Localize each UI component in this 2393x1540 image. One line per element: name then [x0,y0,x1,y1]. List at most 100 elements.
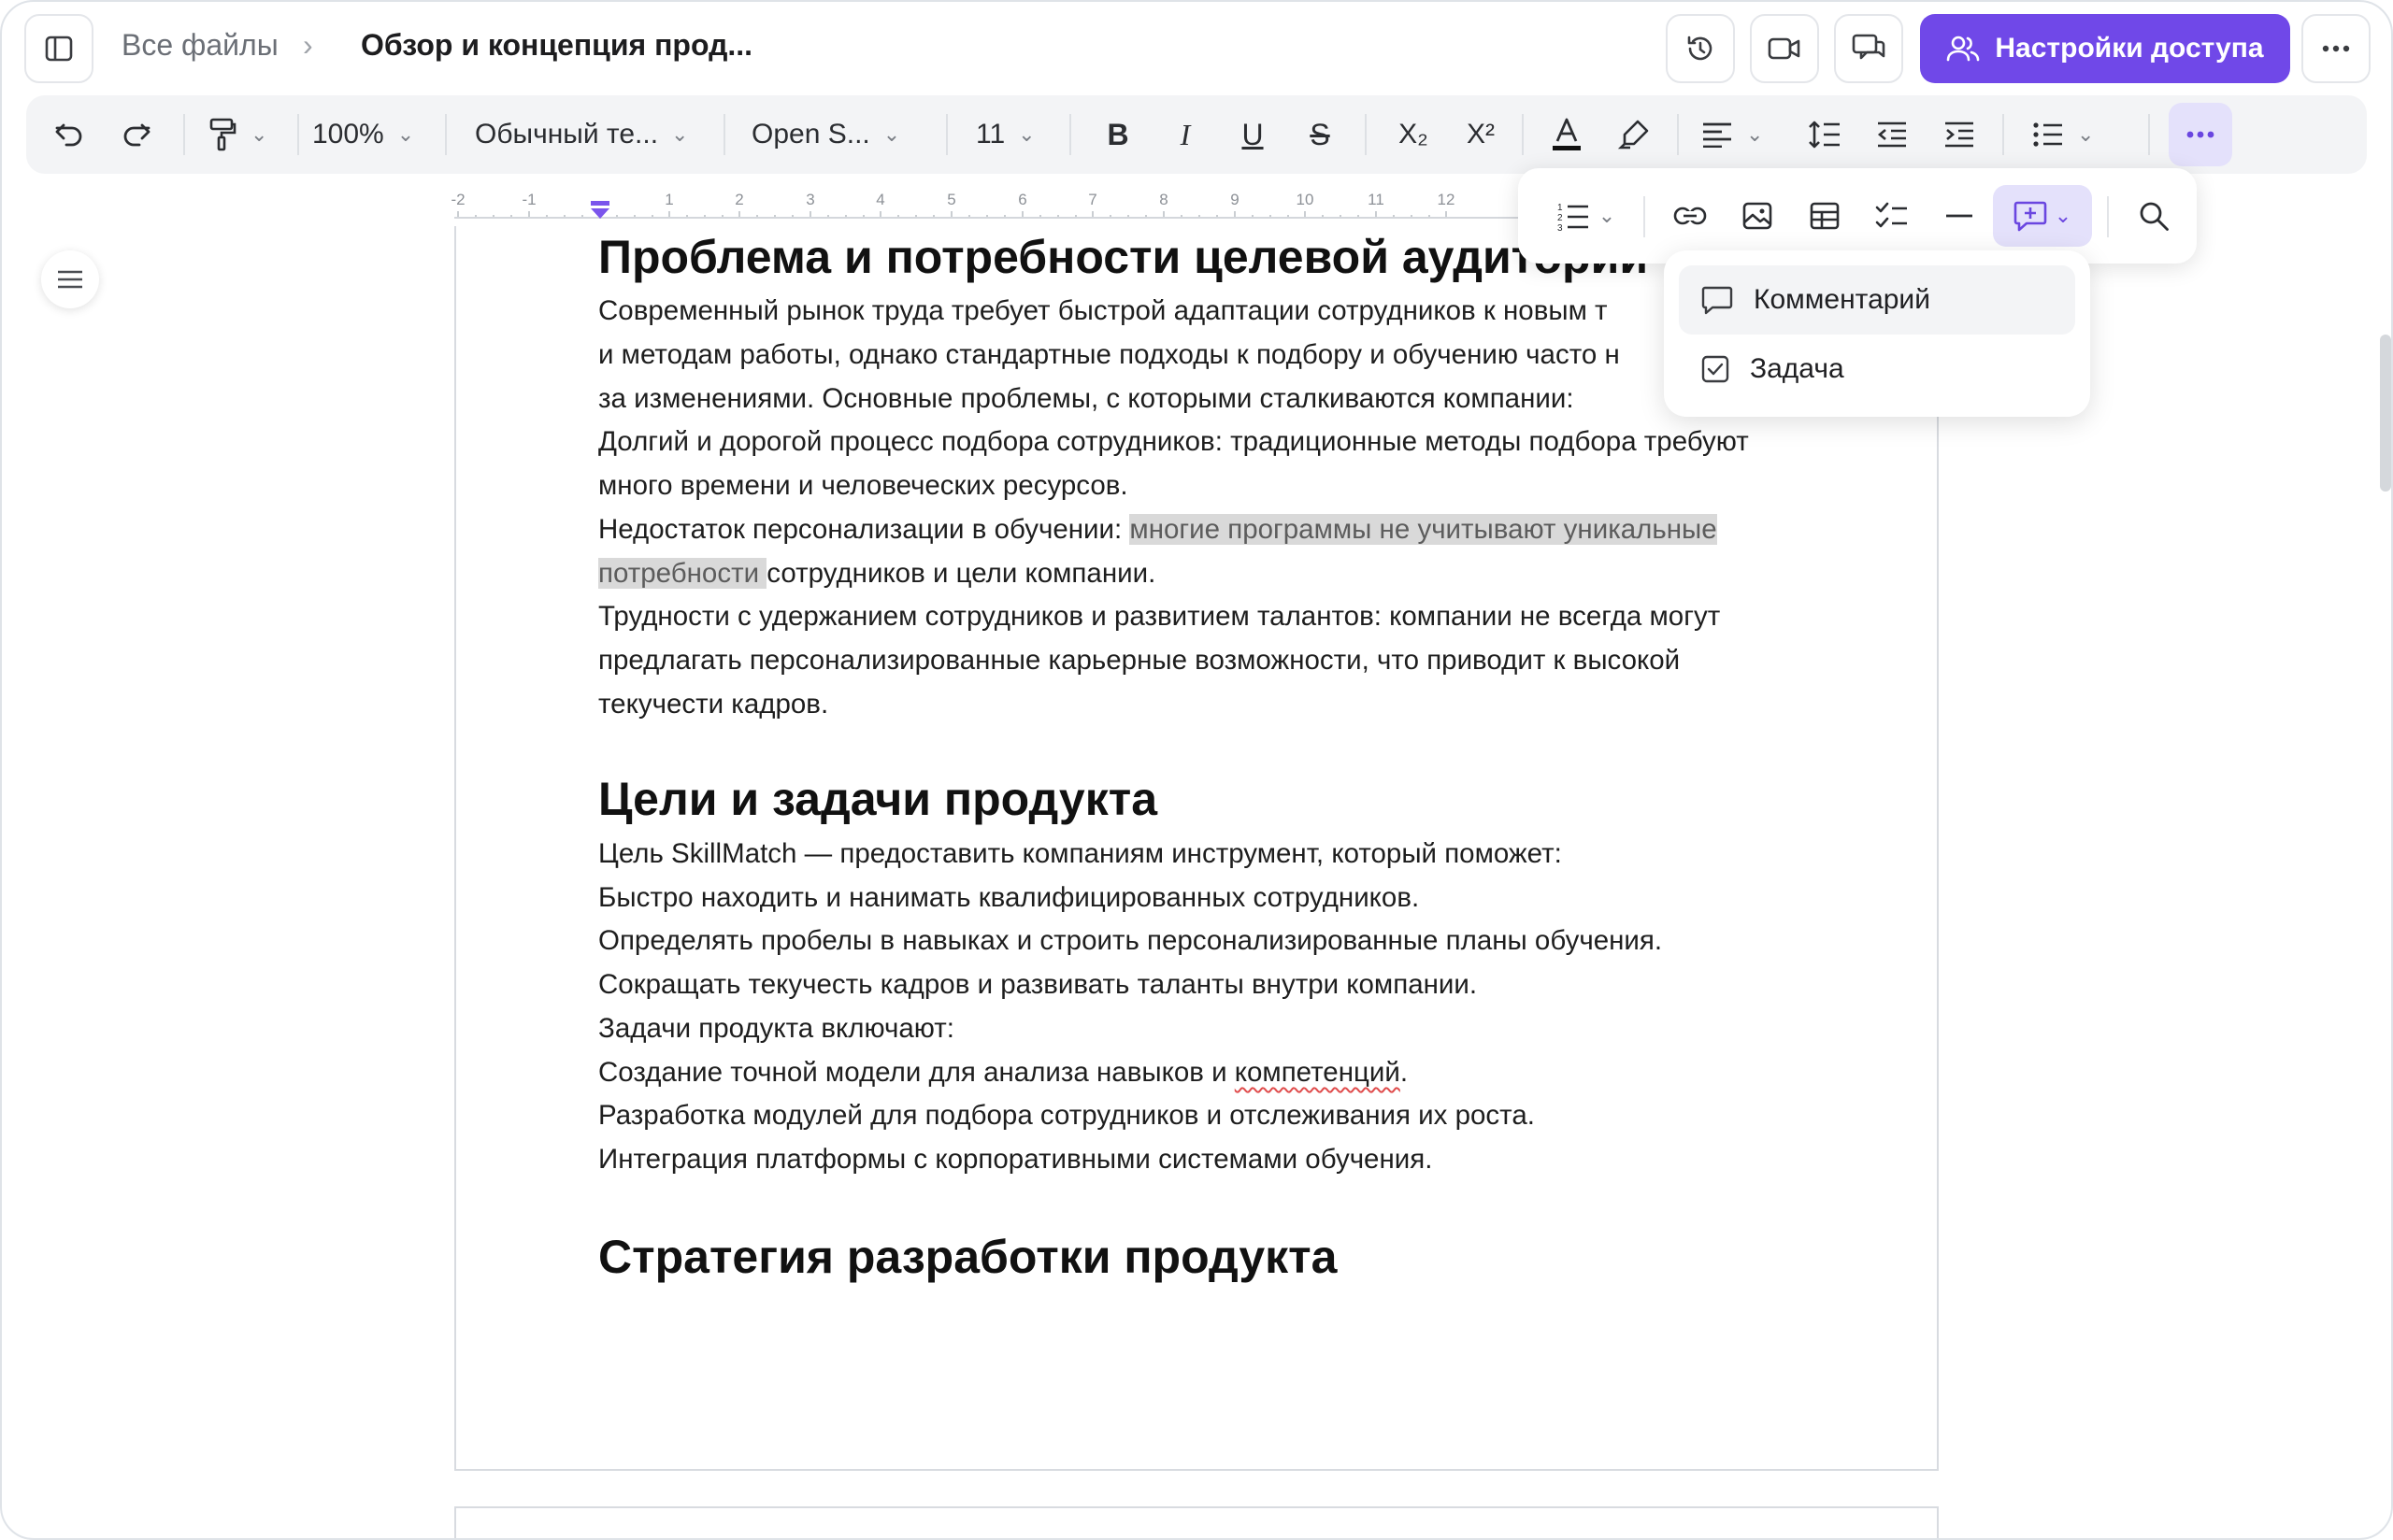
font-family-select[interactable]: Open S... ⌄ [752,95,900,174]
redo-icon [123,123,150,147]
subscript-button[interactable]: X₂ [1387,95,1440,174]
access-settings-label: Настройки доступа [1995,33,2264,64]
highlight-color-button[interactable] [1608,95,1660,174]
spellcheck-word[interactable]: компетенций [1235,1057,1400,1088]
menu-item-task[interactable]: Задача [1679,335,2075,404]
history-button[interactable] [1666,14,1735,83]
paragraph-line: потребности сотрудников и цели компании. [598,558,1155,590]
vertical-scrollbar[interactable] [2380,335,2391,492]
horizontal-rule-icon [1946,214,1972,218]
insert-table-button[interactable] [1798,168,1851,264]
paint-roller-icon [209,118,236,151]
more-tools-button[interactable] [2169,103,2232,166]
sidebar-icon [45,36,73,62]
breadcrumb-separator: › [303,28,313,62]
document-title[interactable]: Обзор и концепция прод... [361,28,752,63]
paragraph-line: Создание точной модели для анализа навык… [598,1057,1408,1089]
italic-icon: I [1180,117,1191,151]
insert-comment-dropdown[interactable]: ⌄ [1993,168,2092,264]
insert-checklist-button[interactable] [1866,168,1918,264]
insert-comment-menu: Комментарий Задача [1664,250,2090,417]
indent-icon [1945,121,1973,148]
paragraph-line: Долгий и дорогой процесс подбора сотрудн… [598,426,1749,457]
line-spacing-icon [1809,121,1840,149]
access-settings-button[interactable]: Настройки доступа [1920,14,2290,83]
ruler-label: 12 [1437,191,1455,208]
top-bar: Все файлы › Обзор и концепция прод... На… [2,2,2391,95]
paragraph-line: Быстро находить и нанимать квалифицирова… [598,882,1420,913]
zoom-value: 100% [312,119,384,150]
paragraph-style-select[interactable]: Обычный те... ⌄ [475,95,688,174]
chat-bubbles-icon [1852,34,1885,60]
more-options-button[interactable] [2301,14,2371,83]
horizontal-ruler: -2 -1 1 2 3 4 5 6 7 8 9 10 11 12 [451,191,1520,228]
decrease-indent-button[interactable] [1868,95,1916,174]
format-painter-button[interactable]: ⌄ [209,95,267,174]
insert-divider-button[interactable] [1933,168,1985,264]
increase-indent-button[interactable] [1935,95,1984,174]
heading-problems: Проблема и потребности целевой аудитории [598,231,1649,283]
ruler-label: 9 [1230,191,1239,208]
menu-item-label: Задача [1750,353,1844,384]
font-size-select[interactable]: 11 ⌄ [976,95,1036,174]
ruler-label: 6 [1018,191,1027,208]
selected-text[interactable]: потребности [598,558,767,589]
font-size-value: 11 [976,119,1006,150]
selected-text[interactable]: многие программы не учитывают уникальные [1129,514,1717,545]
align-select[interactable]: ⌄ [1701,95,1763,174]
sidebar-toggle-button[interactable] [24,14,93,83]
numbered-list-icon: 123 [1557,203,1588,231]
link-icon [1673,207,1707,225]
paragraph-line: Сокращать текучесть кадров и развивать т… [598,969,1478,1000]
text-run: сотрудников и цели компании. [767,558,1156,589]
numbered-list-select[interactable]: 123 ⌄ [1544,168,1628,264]
bullet-list-select[interactable]: ⌄ [2032,95,2094,174]
subscript-icon: X₂ [1398,119,1428,150]
undo-button[interactable] [49,95,90,174]
text-run: Недостаток персонализации в обучении: [598,514,1130,545]
svg-text:2: 2 [1557,213,1563,223]
paragraph-line: Недостаток персонализации в обучении: мн… [598,514,1717,546]
paragraph-line: Современный рынок труда требует быстрой … [598,295,1608,326]
image-icon [1742,202,1772,230]
more-dots-icon [2322,45,2350,52]
insert-image-button[interactable] [1731,168,1784,264]
video-call-button[interactable] [1750,14,1819,83]
ruler-label: -1 [522,191,537,208]
comment-icon [1701,286,1733,315]
bold-button[interactable]: B [1094,95,1142,174]
comments-panel-button[interactable] [1834,14,1903,83]
add-comment-icon [2013,201,2047,232]
paragraph-line: Разработка модулей для подбора сотрудник… [598,1100,1535,1131]
paragraph-line: за изменениями. Основные проблемы, с кот… [598,383,1574,414]
document-outline-button[interactable] [41,250,99,308]
text-color-button[interactable] [1540,95,1593,174]
breadcrumb-all-files[interactable]: Все файлы [122,28,279,63]
italic-button[interactable]: I [1161,95,1210,174]
underline-icon: U [1241,117,1264,151]
redo-button[interactable] [116,95,157,174]
next-page [454,1506,1939,1538]
paragraph-line: и методам работы, однако стандартные под… [598,339,1620,370]
ruler-label: 7 [1088,191,1097,208]
line-spacing-button[interactable] [1800,95,1849,174]
menu-item-comment[interactable]: Комментарий [1679,265,2075,335]
ruler-label: 11 [1368,191,1384,208]
undo-icon [55,123,82,147]
strikethrough-icon: S [1310,117,1330,151]
ruler-label: -2 [451,191,466,208]
paragraph-line: Определять пробелы в навыках и строить п… [598,925,1663,956]
superscript-button[interactable]: X² [1454,95,1507,174]
search-button[interactable] [2128,168,2180,264]
heading-goals: Цели и задачи продукта [598,773,1158,825]
paragraph-line: Задачи продукта включают: [598,1013,954,1044]
zoom-select[interactable]: 100% ⌄ [312,95,414,174]
text-run: Создание точной модели для анализа навык… [598,1057,1235,1088]
insert-toolbar: 123 ⌄ ⌄ [1518,168,2197,264]
strikethrough-button[interactable]: S [1296,95,1344,174]
more-dots-icon [2186,131,2214,138]
insert-link-button[interactable] [1664,168,1716,264]
video-camera-icon [1768,37,1800,60]
indent-marker-icon[interactable] [589,200,611,221]
underline-button[interactable]: U [1228,95,1277,174]
